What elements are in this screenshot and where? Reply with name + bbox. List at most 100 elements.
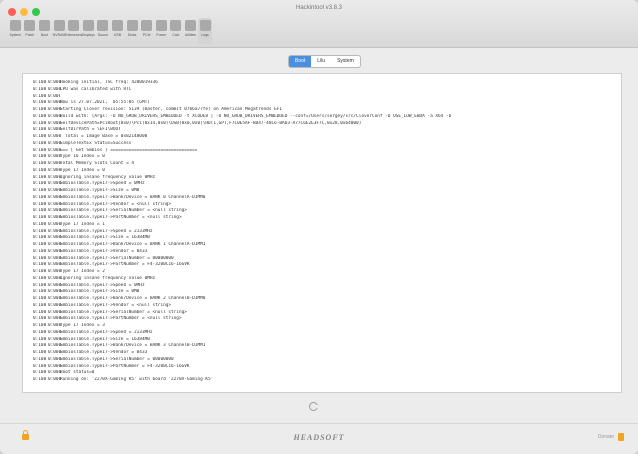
toolbar-item-extensions[interactable]: Extensions bbox=[65, 18, 82, 44]
toolbar-item-label: Patch bbox=[25, 33, 35, 37]
boot-icon bbox=[38, 20, 50, 31]
log-timestamp: 0:100 bbox=[33, 323, 47, 328]
log-line: 0:100 0:000SmbiosTable.Type17->SerialNumb… bbox=[33, 357, 174, 362]
log-message: CPU was calibrated with RTC bbox=[60, 86, 132, 92]
log-line: 0:100 0:000SelfDevicePath=PciRoot(0x0)\Pc… bbox=[33, 121, 361, 126]
log-line: 0:100 0:000SmbiosTable.Type17->SerialNumb… bbox=[33, 310, 187, 315]
log-line: 0:100 0:000SmbiosTable.Type17->Bank/Devic… bbox=[33, 343, 205, 348]
usb-icon bbox=[111, 20, 123, 31]
toolbar-item-patch[interactable]: Patch bbox=[23, 18, 38, 44]
log-message: Total Memory Slots Count = 4 bbox=[60, 161, 135, 166]
log-delta: 0:000 bbox=[48, 188, 62, 193]
log-message: SmbiosTable.Type17->SerialNumber = <null… bbox=[60, 208, 187, 214]
log-tabs: Boot Lilu System bbox=[288, 55, 361, 68]
log-timestamp: 0:100 bbox=[33, 289, 47, 295]
log-message: Hooking initial, TSC freq: 4200019336 bbox=[60, 80, 158, 85]
toolbar-item-power[interactable]: Power bbox=[154, 18, 169, 44]
log-timestamp: 0:100 bbox=[33, 174, 47, 180]
log-timestamp: 0:100 bbox=[33, 269, 47, 274]
toolbar-item-boot[interactable]: Boot bbox=[37, 18, 52, 44]
toolbar-item-label: Calc bbox=[172, 33, 180, 37]
log-message: Running on: 'Z270X-Gaming K5' with board… bbox=[60, 377, 214, 382]
log-line: 0:100 0:000Now is 27.07.2021, 05:55:05 (G… bbox=[33, 100, 150, 105]
logs-icon bbox=[199, 20, 211, 31]
log-message: SmbiosTable.Type17->Speed = 0MHz bbox=[60, 282, 145, 288]
speaker-icon bbox=[97, 20, 109, 31]
log-line: 0:100 0:000Type 17 Index = 3 bbox=[33, 323, 105, 328]
log-line: 0:100 0:000SelfDirPath = \EFI\BOOT bbox=[33, 127, 121, 132]
log-delta: 0:000 bbox=[48, 377, 62, 382]
log-timestamp: 0:100 bbox=[33, 302, 47, 308]
toolbar-item-label: Power bbox=[156, 33, 167, 37]
toolbar-item-usb[interactable]: USB bbox=[110, 18, 125, 44]
app-window: Hackintool v3.8.3 System Patch Boot NVRAM Ex… bbox=[0, 0, 638, 454]
log-line: 0:100 0:000Starting Clover revision: 5139… bbox=[33, 107, 282, 112]
log-timestamp: 0:100 bbox=[33, 235, 47, 241]
log-delta: 0:000 bbox=[48, 93, 60, 99]
toolbar-item-sound[interactable]: Sound bbox=[96, 18, 111, 44]
log-line: 0:100 0:000SmbiosTable.Type17->Speed = 21… bbox=[33, 229, 153, 234]
log-line: 0:100 0:000SmbiosTable.Type17->Vendor = <… bbox=[33, 202, 171, 207]
log-message: Type 17 Index = 1 bbox=[60, 221, 105, 227]
toolbar-item-system[interactable]: System bbox=[8, 18, 23, 44]
log-message: SmbiosTable.Type17->Bank/Device = BANK 0… bbox=[60, 194, 206, 200]
log-timestamp: 0:100 bbox=[33, 208, 47, 214]
log-message: Type 16 Index = 0 bbox=[60, 154, 105, 160]
toolbar-item-label: Disks bbox=[127, 33, 137, 37]
log-message: Type 17 Index = 3 bbox=[60, 323, 105, 328]
log-line: 0:100 0:000Total Memory Slots Count = 4 bbox=[33, 161, 134, 166]
log-line: 0:100 0:000SmbiosTable.Type17->SerialNumb… bbox=[33, 256, 174, 261]
log-message: SmbiosTable.Type17->Bank/Device = BANK 2… bbox=[60, 296, 206, 301]
log-line: 0:100 0:000Ignoring insane frequency valu… bbox=[33, 276, 155, 281]
toolbar-item-disks[interactable]: Disks bbox=[125, 18, 140, 44]
tab-boot[interactable]: Boot bbox=[289, 56, 312, 67]
log-message: SelfDirPath = \EFI\BOOT bbox=[60, 127, 121, 133]
log-delta: 0:000 bbox=[48, 343, 62, 349]
toolbar-item-displays[interactable]: Displays bbox=[81, 18, 96, 44]
log-delta: 0:000 bbox=[48, 140, 62, 146]
log-line: 0:100 0:000SmbiosTable.Type17->Size = 0MB bbox=[33, 188, 139, 193]
log-timestamp: 0:100 bbox=[33, 336, 47, 342]
log-delta: 0:000 bbox=[48, 228, 62, 234]
log-timestamp: 0:100 bbox=[33, 167, 47, 173]
log-timestamp: 0:100 bbox=[33, 350, 47, 355]
log-message: Starting Clover revision: 5139 (master, … bbox=[60, 107, 283, 112]
log-timestamp: 0:100 bbox=[33, 134, 47, 139]
log-message: Type 17 Index = 0 bbox=[60, 167, 105, 173]
log-delta: 0:000 bbox=[48, 275, 62, 281]
log-message: SmbiosTable.Type17->PartNumber = <null s… bbox=[60, 316, 182, 322]
tab-lilu[interactable]: Lilu bbox=[311, 56, 331, 67]
disk-icon bbox=[126, 20, 138, 31]
log-message: SmbiosTable.Type17->Size = 16384MB bbox=[60, 336, 150, 342]
toolbar-item-calc[interactable]: Calc bbox=[169, 18, 184, 44]
log-line: 0:100 0:000CPU was calibrated with RTC bbox=[33, 87, 131, 92]
refresh-icon[interactable] bbox=[309, 402, 319, 411]
log-timestamp: 0:100 bbox=[33, 343, 47, 349]
log-timestamp: 0:100 bbox=[33, 363, 47, 369]
log-delta: 0:000 bbox=[48, 323, 62, 328]
log-line: 0:100 0:000SmbiosTable.Type17->PartNumber… bbox=[33, 262, 190, 267]
donate-icon[interactable] bbox=[618, 433, 624, 441]
toolbar-item-logs[interactable]: Logs bbox=[197, 18, 213, 44]
toolbar-item-pcie[interactable]: PCIe bbox=[139, 18, 154, 44]
log-message: SelfDevicePath=PciRoot(0x0)\Pci(0x14,0x0… bbox=[60, 120, 362, 126]
wrench-icon bbox=[24, 20, 36, 31]
log-delta: 0:000 bbox=[48, 363, 62, 369]
log-timestamp: 0:100 bbox=[33, 140, 47, 146]
toolbar-item-utilities[interactable]: Utilities bbox=[183, 18, 198, 44]
log-delta: 0:000 bbox=[48, 282, 62, 288]
log-view[interactable]: 0:100 0:000Hooking initial, TSC freq: 420… bbox=[22, 73, 622, 393]
log-timestamp: 0:100 bbox=[33, 262, 47, 268]
log-timestamp: 0:100 bbox=[33, 356, 47, 362]
log-line: 0:100 0:000Ignoring insane frequency valu… bbox=[33, 175, 155, 180]
toolbar-item-nvram[interactable]: NVRAM bbox=[52, 18, 67, 44]
log-message: Boot status=0 bbox=[60, 370, 95, 376]
log-message: SmbiosTable.Type17->Vendor = <null strin… bbox=[60, 302, 172, 308]
donate-label[interactable]: Donate bbox=[598, 434, 614, 440]
tab-system[interactable]: System bbox=[331, 56, 360, 67]
log-message: SmbiosTable.Type17->SerialNumber = <null… bbox=[60, 309, 187, 315]
log-delta: 0:000 bbox=[48, 86, 62, 92]
log-message: SmbiosTable.Type17->Speed = 0MHz bbox=[60, 181, 145, 187]
log-timestamp: 0:100 bbox=[33, 161, 47, 166]
log-timestamp: 0:100 bbox=[33, 255, 47, 261]
